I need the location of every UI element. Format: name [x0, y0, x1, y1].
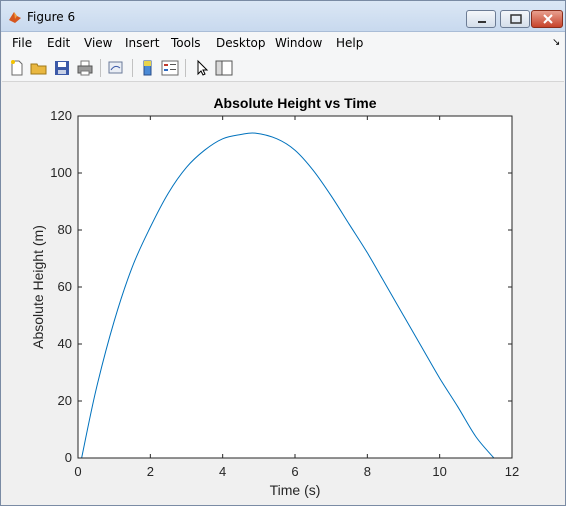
close-icon	[543, 14, 553, 24]
menu-window[interactable]: Window	[275, 36, 322, 50]
toolbar-separator	[132, 59, 133, 77]
link-plot-icon[interactable]	[107, 59, 125, 77]
title-bar[interactable]: Figure 6	[1, 1, 565, 32]
x-tick-label: 4	[219, 464, 226, 479]
y-tick-label: 80	[58, 222, 72, 237]
colorbar-icon[interactable]	[139, 59, 157, 77]
y-tick-label: 40	[58, 336, 72, 351]
y-tick-label: 120	[50, 108, 72, 123]
maximize-button[interactable]	[500, 10, 530, 28]
plot-title: Absolute Height vs Time	[213, 95, 376, 111]
menu-insert[interactable]: Insert	[125, 36, 159, 50]
menu-desktop[interactable]: Desktop	[216, 36, 266, 50]
plot-svg[interactable]: Absolute Height vs Time Time (s) Absolut…	[2, 83, 564, 505]
minimize-button[interactable]	[466, 10, 496, 28]
menu-help[interactable]: Help	[336, 36, 363, 50]
x-tick-label: 6	[291, 464, 298, 479]
menu-file[interactable]: File	[12, 36, 32, 50]
legend-icon[interactable]	[161, 59, 179, 77]
x-axis-label: Time (s)	[270, 482, 321, 498]
toolbar-separator	[100, 59, 101, 77]
y-axis-label: Absolute Height (m)	[30, 225, 46, 349]
minimize-icon	[478, 21, 486, 23]
open-file-icon[interactable]	[30, 59, 48, 77]
figure-toolbar	[2, 54, 564, 82]
figure-canvas: Absolute Height vs Time Time (s) Absolut…	[2, 83, 564, 505]
window-title: Figure 6	[27, 10, 76, 24]
menu-bar: File Edit View Insert Tools Desktop Wind…	[2, 32, 564, 54]
menu-tools[interactable]: Tools	[171, 36, 201, 50]
maximize-icon	[510, 14, 522, 24]
toolbar-separator	[185, 59, 186, 77]
x-tick-label: 10	[432, 464, 446, 479]
y-tick-label: 0	[65, 450, 72, 465]
figure-window: Figure 6 File Edit View Insert Tools Des…	[0, 0, 566, 506]
pointer-icon[interactable]	[193, 59, 211, 77]
matlab-logo-icon	[9, 12, 21, 23]
save-icon[interactable]	[53, 59, 71, 77]
print-icon[interactable]	[76, 59, 94, 77]
x-tick-label: 2	[147, 464, 154, 479]
x-tick-label: 12	[505, 464, 519, 479]
x-tick-label: 8	[364, 464, 371, 479]
y-tick-label: 100	[50, 165, 72, 180]
menu-edit[interactable]: Edit	[47, 36, 70, 50]
axes-background	[78, 116, 512, 458]
menu-dock-arrow-icon[interactable]: ↘	[552, 37, 560, 48]
y-tick-label: 20	[58, 393, 72, 408]
menu-view[interactable]: View	[84, 36, 112, 50]
close-button[interactable]	[531, 10, 563, 28]
y-tick-label: 60	[58, 279, 72, 294]
new-figure-icon[interactable]	[8, 59, 26, 77]
x-tick-label: 0	[74, 464, 81, 479]
property-editor-icon[interactable]	[215, 59, 233, 77]
